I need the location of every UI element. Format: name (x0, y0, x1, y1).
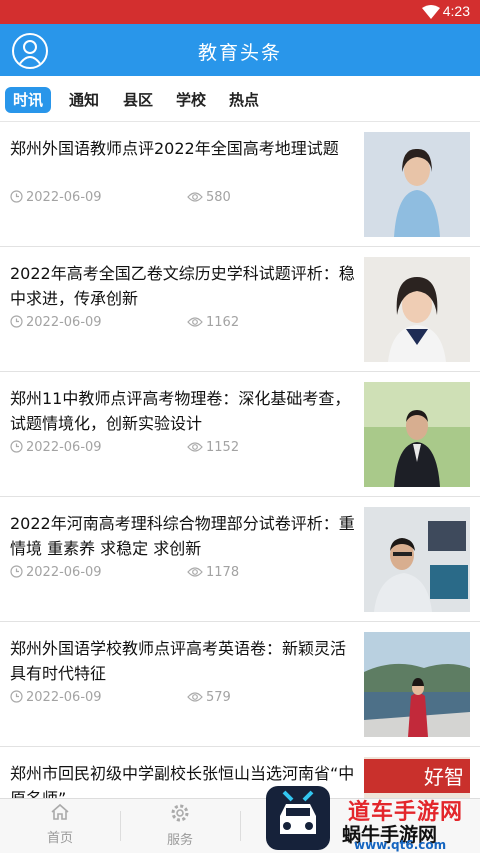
news-date-text: 2022-06-09 (26, 690, 102, 705)
news-date: 2022-06-09 (10, 315, 102, 330)
status-bar: 4:23 (0, 0, 480, 24)
eye-icon (187, 317, 203, 327)
news-views: 579 (187, 690, 231, 705)
news-title: 2022年高考全国乙卷文综历史学科试题评析：稳中求进，传承创新 (10, 264, 355, 308)
clock-icon (10, 565, 23, 578)
nav-home-label: 首页 (46, 831, 73, 846)
news-date: 2022-06-09 (10, 190, 102, 205)
news-date: 2022-06-09 (10, 690, 102, 705)
nav-divider (240, 811, 241, 841)
news-thumbnail (364, 507, 470, 612)
clock-icon (10, 690, 23, 703)
news-views-text: 1152 (206, 440, 240, 455)
page-title: 教育头条 (197, 42, 282, 64)
news-title: 郑州11中教师点评高考物理卷：深化基础考查，试题情境化，创新实验设计 (10, 389, 351, 433)
news-thumbnail (364, 257, 470, 362)
watermark-logo (266, 786, 330, 850)
eye-icon (187, 692, 203, 702)
nav-service-label: 服务 (166, 833, 193, 848)
wifi-icon (422, 5, 440, 19)
news-thumbnail (364, 382, 470, 487)
tab-xuexiao[interactable]: 学校 (176, 87, 206, 113)
news-date-text: 2022-06-09 (26, 315, 102, 330)
category-tabs: 时讯 通知 县区 学校 热点 (0, 76, 480, 122)
site-watermark: 道车手游网 蜗牛手游网 www.qt6.com (266, 786, 480, 853)
news-views-text: 1162 (206, 315, 240, 330)
news-views-text: 579 (206, 690, 231, 705)
eye-icon (187, 567, 203, 577)
tab-redian[interactable]: 热点 (229, 87, 259, 113)
tab-tongzhi[interactable]: 通知 (69, 87, 99, 113)
news-views: 1152 (187, 440, 239, 455)
news-item[interactable]: 2022年高考全国乙卷文综历史学科试题评析：稳中求进，传承创新 2022-06-… (0, 247, 480, 372)
news-date-text: 2022-06-09 (26, 190, 102, 205)
nav-service[interactable]: 服务 (120, 803, 240, 848)
tab-shixun[interactable]: 时讯 (5, 87, 52, 113)
news-date: 2022-06-09 (10, 440, 102, 455)
clock-icon (10, 190, 23, 203)
news-thumbnail (364, 132, 470, 237)
news-views-text: 1178 (206, 565, 240, 580)
watermark-url: www.qt6.com (354, 838, 447, 852)
status-time: 4:23 (442, 3, 470, 19)
news-item[interactable]: 郑州外国语学校教师点评高考英语卷：新颖灵活具有时代特征 2022-06-09 5… (0, 622, 480, 747)
news-views: 1178 (187, 565, 239, 580)
news-views: 1162 (187, 315, 239, 330)
gear-icon (171, 804, 189, 822)
news-date-text: 2022-06-09 (26, 440, 102, 455)
news-title: 郑州外国语教师点评2022年全国高考地理试题 (10, 139, 339, 158)
news-date: 2022-06-09 (10, 565, 102, 580)
tab-xianqu[interactable]: 县区 (123, 87, 153, 113)
news-item[interactable]: 2022年河南高考理科综合物理部分试卷评析：重情境 重素养 求稳定 求创新 20… (0, 497, 480, 622)
news-date-text: 2022-06-09 (26, 565, 102, 580)
nav-home[interactable]: 首页 (0, 803, 120, 846)
news-views-text: 580 (206, 190, 231, 205)
eye-icon (187, 442, 203, 452)
clock-icon (10, 315, 23, 328)
app-bar: 教育头条 (0, 24, 480, 76)
clock-icon (10, 440, 23, 453)
news-views: 580 (187, 190, 231, 205)
news-item[interactable]: 郑州外国语教师点评2022年全国高考地理试题 2022-06-09 580 (0, 122, 480, 247)
news-thumbnail (364, 632, 470, 737)
news-list: 郑州外国语教师点评2022年全国高考地理试题 2022-06-09 580 20… (0, 122, 480, 798)
news-title: 2022年河南高考理科综合物理部分试卷评析：重情境 重素养 求稳定 求创新 (10, 514, 355, 558)
news-item[interactable]: 郑州11中教师点评高考物理卷：深化基础考查，试题情境化，创新实验设计 2022-… (0, 372, 480, 497)
home-icon (51, 803, 69, 820)
news-title: 郑州外国语学校教师点评高考英语卷：新颖灵活具有时代特征 (10, 639, 347, 683)
eye-icon (187, 192, 203, 202)
